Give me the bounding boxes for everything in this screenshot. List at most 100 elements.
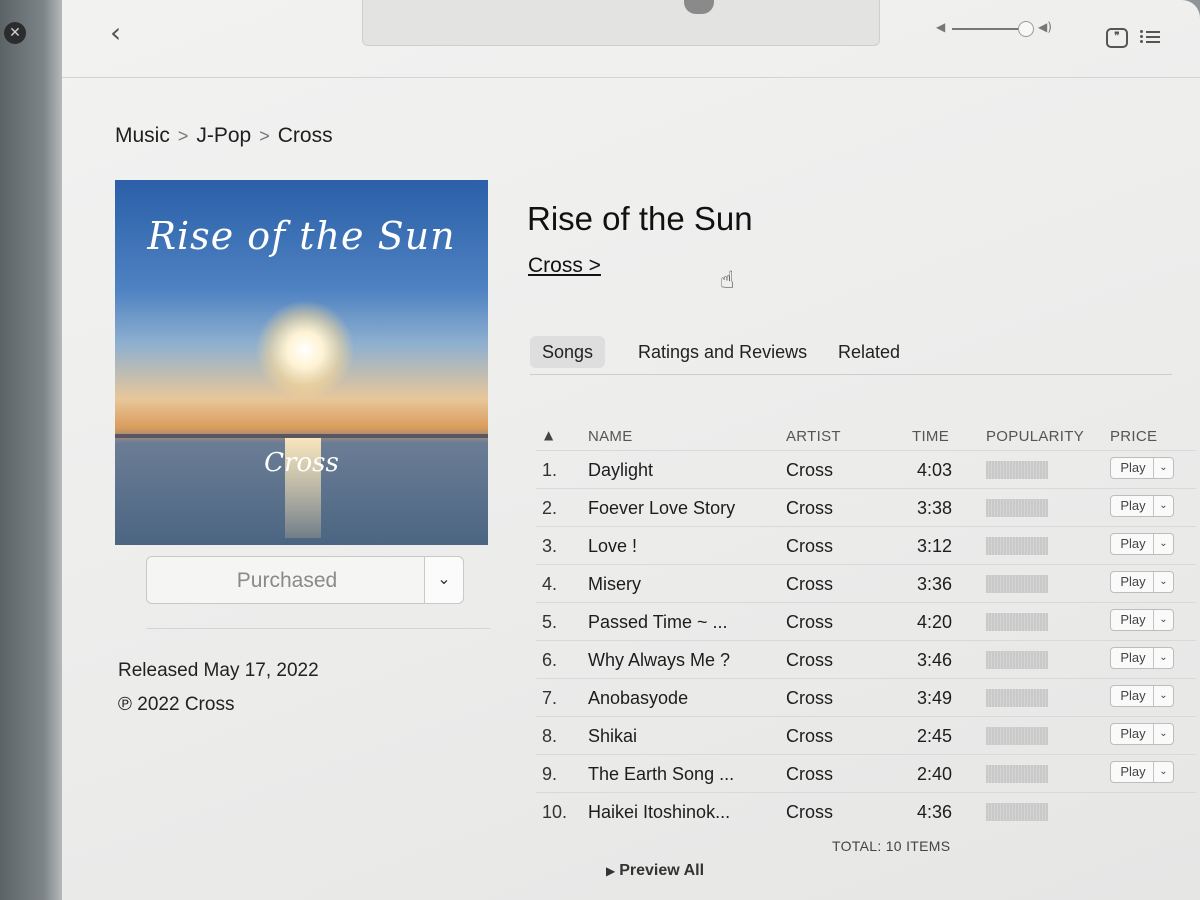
divider xyxy=(146,628,490,629)
popularity-bar xyxy=(986,727,1048,745)
breadcrumb-jpop[interactable]: J-Pop xyxy=(196,124,251,148)
play-label: Play xyxy=(1120,612,1146,627)
purchased-button[interactable]: Purchased ⌄ xyxy=(146,556,464,604)
track-artist: Cross xyxy=(786,498,834,518)
track-name: Passed Time ~ ... xyxy=(588,612,728,632)
purchased-label: Purchased xyxy=(236,569,338,592)
track-time: 3:46 xyxy=(916,650,952,670)
chevron-right-icon: > xyxy=(259,126,270,146)
table-row[interactable]: 1. Daylight Cross 4:03 Play ⌄ xyxy=(536,450,1196,488)
chevron-down-icon[interactable]: ⌄ xyxy=(424,556,464,604)
play-button[interactable]: Play ⌄ xyxy=(1110,685,1174,707)
release-date: Released May 17, 2022 xyxy=(118,660,319,681)
toolbar: ‹ ◀ ◀) ❞ xyxy=(62,0,1200,78)
track-name: Misery xyxy=(588,574,641,594)
chevron-down-icon[interactable]: ⌄ xyxy=(1153,572,1173,592)
play-button[interactable]: Play ⌄ xyxy=(1110,723,1174,745)
table-row[interactable]: 2. Foever Love Story Cross 3:38 Play ⌄ xyxy=(536,488,1196,526)
play-label: Play xyxy=(1120,574,1146,589)
lyrics-icon[interactable]: ❞ xyxy=(1106,28,1128,48)
table-row[interactable]: 6. Why Always Me ? Cross 3:46 Play ⌄ xyxy=(536,640,1196,678)
track-name: The Earth Song ... xyxy=(588,764,735,784)
tab-songs[interactable]: Songs xyxy=(530,336,606,368)
tab-ratings-and-reviews[interactable]: Ratings and Reviews xyxy=(626,336,819,368)
chevron-down-icon[interactable]: ⌄ xyxy=(1153,648,1173,668)
breadcrumb-music[interactable]: Music xyxy=(115,124,170,148)
play-label: Play xyxy=(1120,764,1146,779)
play-button[interactable]: Play ⌄ xyxy=(1110,647,1174,669)
album-artwork[interactable]: Rise of the Sun Cross xyxy=(115,180,488,545)
play-button[interactable]: Play ⌄ xyxy=(1110,457,1174,479)
chevron-down-icon[interactable]: ⌄ xyxy=(1153,534,1173,554)
play-button[interactable]: Play ⌄ xyxy=(1110,761,1174,783)
chevron-down-icon[interactable]: ⌄ xyxy=(1153,686,1173,706)
popularity-bar xyxy=(986,803,1048,821)
speaker-low-icon: ◀ xyxy=(936,20,946,34)
play-button[interactable]: Play ⌄ xyxy=(1110,533,1174,555)
chevron-down-icon[interactable]: ⌄ xyxy=(1153,458,1173,478)
preview-all-button[interactable]: ▶ Preview All xyxy=(606,862,704,880)
popularity-bar xyxy=(986,499,1048,517)
volume-knob[interactable] xyxy=(1018,21,1034,37)
tab-related[interactable]: Related xyxy=(826,336,912,368)
chevron-down-icon[interactable]: ⌄ xyxy=(1153,496,1173,516)
track-time: 2:40 xyxy=(916,764,952,784)
list-icon[interactable] xyxy=(1140,28,1162,48)
table-header: ▲ NAME ARTIST TIME POPULARITY PRICE xyxy=(536,416,1196,448)
header-popularity[interactable]: POPULARITY xyxy=(986,428,1084,445)
track-number: 4. xyxy=(542,574,558,594)
track-artist: Cross xyxy=(786,612,834,632)
track-number: 9. xyxy=(542,764,558,784)
artwork-title: Rise of the Sun xyxy=(147,214,456,258)
track-time: 4:36 xyxy=(916,802,952,822)
header-artist[interactable]: ARTIST xyxy=(786,428,841,445)
music-app-window: ‹ ◀ ◀) ❞ Music > J-Pop > Cross Rise of the S… xyxy=(62,0,1200,900)
table-row[interactable]: 10. Haikei Itoshinok... Cross 4:36 xyxy=(536,792,1196,830)
track-name: Daylight xyxy=(588,460,654,480)
close-icon[interactable]: ✕ xyxy=(4,22,26,44)
table-row[interactable]: 9. The Earth Song ... Cross 2:40 Play ⌄ xyxy=(536,754,1196,792)
table-row[interactable]: 8. Shikai Cross 2:45 Play ⌄ xyxy=(536,716,1196,754)
track-artist: Cross xyxy=(786,536,834,556)
table-row[interactable]: 5. Passed Time ~ ... Cross 4:20 Play ⌄ xyxy=(536,602,1196,640)
track-number: 6. xyxy=(542,650,558,670)
background-window: ✕ xyxy=(0,0,62,900)
track-artist: Cross xyxy=(786,574,834,594)
play-button[interactable]: Play ⌄ xyxy=(1110,571,1174,593)
track-time: 2:45 xyxy=(916,726,952,746)
breadcrumb-artist[interactable]: Cross xyxy=(278,124,333,148)
play-label: Play xyxy=(1120,460,1146,475)
hand-pointer-icon: ☝ xyxy=(720,266,735,294)
chevron-down-icon[interactable]: ⌄ xyxy=(1153,724,1173,744)
sort-arrow-icon[interactable]: ▲ xyxy=(544,428,554,442)
track-name: Haikei Itoshinok... xyxy=(588,802,731,822)
track-artist: Cross xyxy=(786,688,834,708)
play-label: Play xyxy=(1120,498,1146,513)
popularity-bar xyxy=(986,689,1048,707)
track-time: 3:36 xyxy=(916,574,952,594)
header-time[interactable]: TIME xyxy=(912,428,949,445)
play-button[interactable]: Play ⌄ xyxy=(1110,609,1174,631)
track-number: 7. xyxy=(542,688,558,708)
chevron-left-icon[interactable]: ‹ xyxy=(110,18,134,48)
track-name: Shikai xyxy=(588,726,638,746)
track-time: 3:49 xyxy=(916,688,952,708)
chevron-down-icon[interactable]: ⌄ xyxy=(1153,610,1173,630)
chevron-down-icon[interactable]: ⌄ xyxy=(1153,762,1173,782)
copyright: ℗ 2022 Cross xyxy=(118,694,235,715)
artwork-sun xyxy=(255,300,355,400)
artist-link[interactable]: Cross > xyxy=(528,254,601,278)
volume-slider[interactable]: ◀ ◀) xyxy=(936,18,1066,40)
header-name[interactable]: NAME xyxy=(588,428,633,445)
play-button[interactable]: Play ⌄ xyxy=(1110,495,1174,517)
track-artist: Cross xyxy=(786,650,834,670)
popularity-bar xyxy=(986,613,1048,631)
track-name: Why Always Me ? xyxy=(588,650,731,670)
volume-track[interactable] xyxy=(952,28,1028,30)
header-price[interactable]: PRICE xyxy=(1110,428,1157,445)
track-time: 3:12 xyxy=(916,536,952,556)
table-row[interactable]: 4. Misery Cross 3:36 Play ⌄ xyxy=(536,564,1196,602)
table-row[interactable]: 3. Love ! Cross 3:12 Play ⌄ xyxy=(536,526,1196,564)
table-row[interactable]: 7. Anobasyode Cross 3:49 Play ⌄ xyxy=(536,678,1196,716)
track-artist: Cross xyxy=(786,802,834,822)
